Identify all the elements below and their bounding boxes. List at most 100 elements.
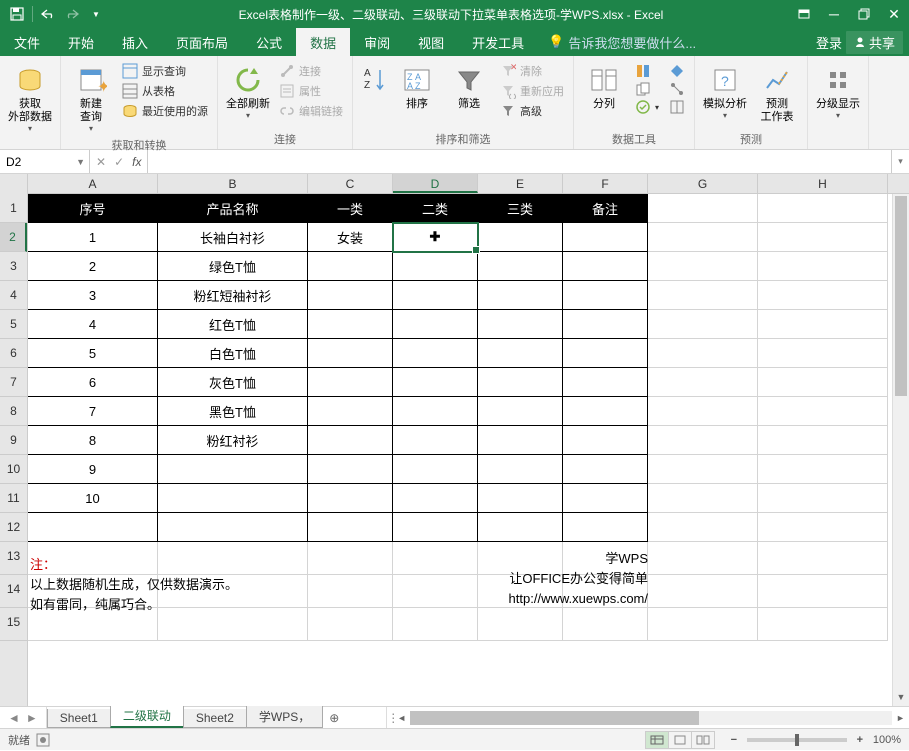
cell[interactable] — [478, 252, 563, 281]
cell[interactable] — [308, 339, 393, 368]
cell[interactable] — [758, 513, 888, 542]
column-header-B[interactable]: B — [158, 174, 308, 193]
row-header-7[interactable]: 7 — [0, 368, 27, 397]
sort-button[interactable]: ZAAZ排序 — [393, 58, 441, 113]
tab-layout[interactable]: 页面布局 — [162, 28, 242, 56]
cell[interactable]: 产品名称 — [158, 194, 308, 223]
sheet-tab[interactable]: 二级联动 — [110, 705, 184, 728]
cell[interactable] — [393, 608, 478, 641]
cell[interactable] — [393, 310, 478, 339]
scrollbar-thumb[interactable] — [895, 196, 907, 396]
cell[interactable] — [478, 223, 563, 252]
cell[interactable] — [308, 368, 393, 397]
cell[interactable] — [478, 484, 563, 513]
fx-icon[interactable]: fx — [132, 155, 141, 169]
zoom-slider[interactable] — [747, 738, 847, 742]
row-header-4[interactable]: 4 — [0, 281, 27, 310]
cell[interactable] — [308, 397, 393, 426]
chevron-down-icon[interactable]: ▼ — [76, 157, 85, 167]
cell[interactable]: 长袖白衬衫 — [158, 223, 308, 252]
manage-datamodel-button[interactable] — [666, 98, 688, 116]
cell[interactable] — [478, 339, 563, 368]
cell[interactable] — [393, 252, 478, 281]
ribbon-options-icon[interactable] — [789, 0, 819, 28]
cell[interactable]: 灰色T恤 — [158, 368, 308, 397]
cell[interactable] — [648, 397, 758, 426]
cell[interactable]: 绿色T恤 — [158, 252, 308, 281]
cell[interactable]: 10 — [28, 484, 158, 513]
cell[interactable] — [648, 608, 758, 641]
from-table-button[interactable]: 从表格 — [119, 82, 211, 100]
zoom-out-button[interactable]: − — [727, 734, 741, 746]
cell[interactable]: 女装 — [308, 223, 393, 252]
cell[interactable] — [393, 484, 478, 513]
relationships-button[interactable] — [666, 80, 688, 98]
minimize-button[interactable]: ─ — [819, 0, 849, 28]
cell[interactable] — [648, 194, 758, 223]
tab-developer[interactable]: 开发工具 — [458, 28, 538, 56]
cell[interactable] — [648, 484, 758, 513]
scroll-right-icon[interactable]: ► — [892, 713, 909, 723]
row-header-2[interactable]: 2 — [0, 223, 27, 252]
cell[interactable] — [648, 310, 758, 339]
cell[interactable] — [393, 513, 478, 542]
cell[interactable] — [478, 368, 563, 397]
cell[interactable] — [308, 575, 393, 608]
cell[interactable] — [758, 339, 888, 368]
cancel-icon[interactable]: ✕ — [96, 155, 106, 169]
cell[interactable] — [308, 310, 393, 339]
cell[interactable] — [393, 455, 478, 484]
cell[interactable] — [478, 608, 563, 641]
cell[interactable] — [393, 281, 478, 310]
row-header-5[interactable]: 5 — [0, 310, 27, 339]
cell[interactable]: 1 — [28, 223, 158, 252]
cell[interactable] — [758, 484, 888, 513]
cell[interactable] — [478, 310, 563, 339]
tab-formulas[interactable]: 公式 — [242, 28, 296, 56]
zoom-in-button[interactable]: + — [853, 734, 867, 746]
cell[interactable]: 粉红短袖衬衫 — [158, 281, 308, 310]
tab-data[interactable]: 数据 — [296, 28, 350, 56]
data-validation-button[interactable]: ▾ — [632, 98, 662, 116]
cell[interactable] — [563, 455, 648, 484]
sheet-tab[interactable]: 学WPS， — [246, 706, 323, 728]
cell[interactable]: 三类 — [478, 194, 563, 223]
column-header-H[interactable]: H — [758, 174, 888, 193]
row-header-8[interactable]: 8 — [0, 397, 27, 426]
cell[interactable] — [758, 281, 888, 310]
column-header-E[interactable]: E — [478, 174, 563, 193]
cell[interactable]: 白色T恤 — [158, 339, 308, 368]
cell[interactable]: 9 — [28, 455, 158, 484]
cell[interactable] — [758, 575, 888, 608]
flash-fill-button[interactable] — [632, 62, 662, 80]
cell[interactable] — [563, 397, 648, 426]
cell[interactable]: 7 — [28, 397, 158, 426]
cell[interactable] — [158, 484, 308, 513]
cell[interactable] — [563, 484, 648, 513]
text-to-columns-button[interactable]: 分列 — [580, 58, 628, 113]
cell[interactable] — [563, 426, 648, 455]
save-icon[interactable] — [6, 3, 28, 25]
sheet-nav[interactable]: ◄► — [0, 707, 47, 728]
cell[interactable] — [758, 252, 888, 281]
cell[interactable]: 2 — [28, 252, 158, 281]
expand-formula-icon[interactable]: ▾ — [891, 150, 909, 173]
page-layout-view-button[interactable] — [668, 731, 692, 749]
cell[interactable] — [648, 513, 758, 542]
tab-view[interactable]: 视图 — [404, 28, 458, 56]
cell[interactable]: 3 — [28, 281, 158, 310]
name-box-input[interactable] — [6, 155, 66, 169]
vertical-scrollbar[interactable]: ▲ ▼ — [892, 194, 909, 706]
row-header-15[interactable]: 15 — [0, 608, 27, 641]
recent-sources-button[interactable]: 最近使用的源 — [119, 102, 211, 120]
horizontal-scrollbar[interactable]: ⋮ ◄ ► — [386, 707, 909, 728]
cell[interactable] — [758, 223, 888, 252]
cell[interactable] — [393, 368, 478, 397]
cell[interactable] — [478, 426, 563, 455]
cell[interactable]: 二类 — [393, 194, 478, 223]
cell[interactable] — [648, 252, 758, 281]
column-header-F[interactable]: F — [563, 174, 648, 193]
restore-button[interactable] — [849, 0, 879, 28]
redo-icon[interactable] — [61, 3, 83, 25]
cell[interactable] — [563, 368, 648, 397]
